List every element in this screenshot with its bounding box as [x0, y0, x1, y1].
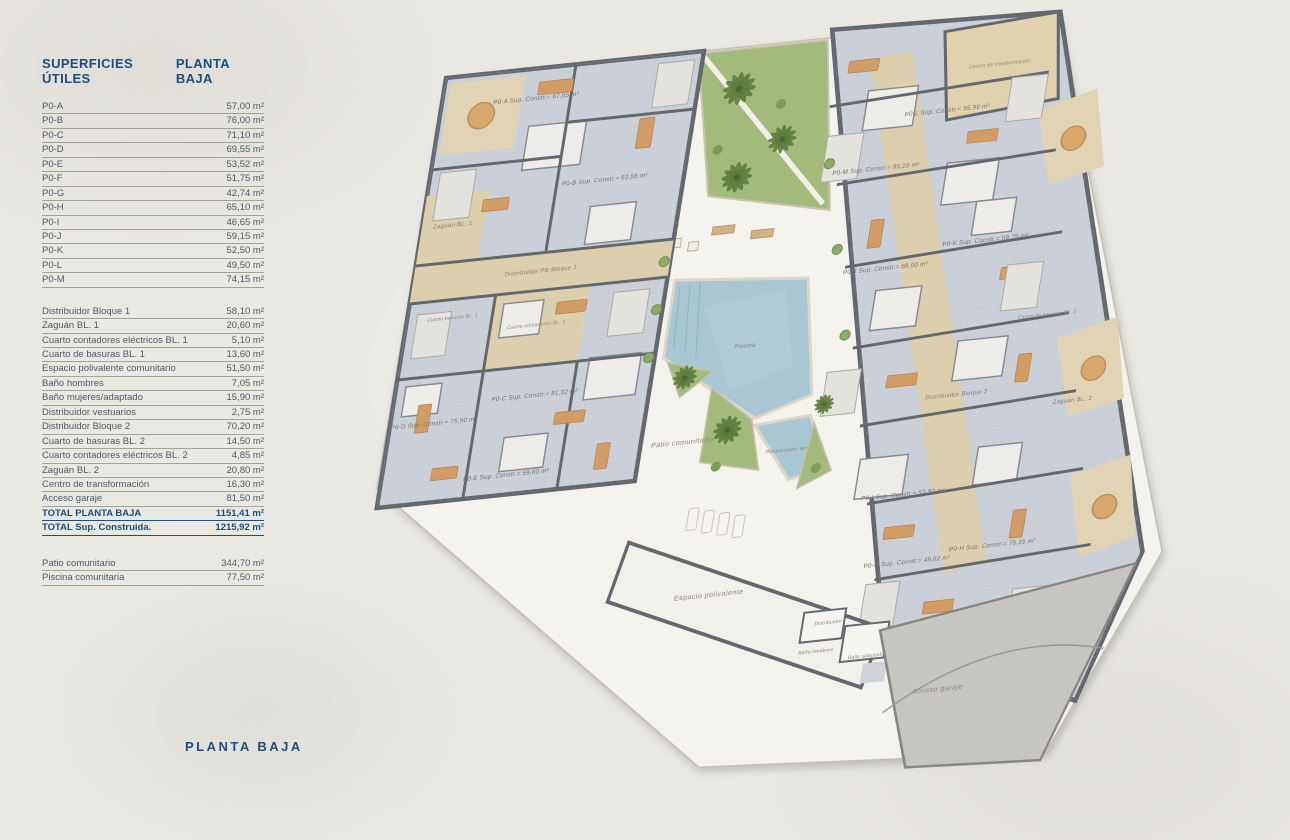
floor-plan: P0-A Sup. Constr.= 67,65 m² P0-B Sup. Co…: [0, 0, 1290, 840]
plan-skew-group: P0-A Sup. Constr.= 67,65 m² P0-B Sup. Co…: [321, 0, 1253, 835]
